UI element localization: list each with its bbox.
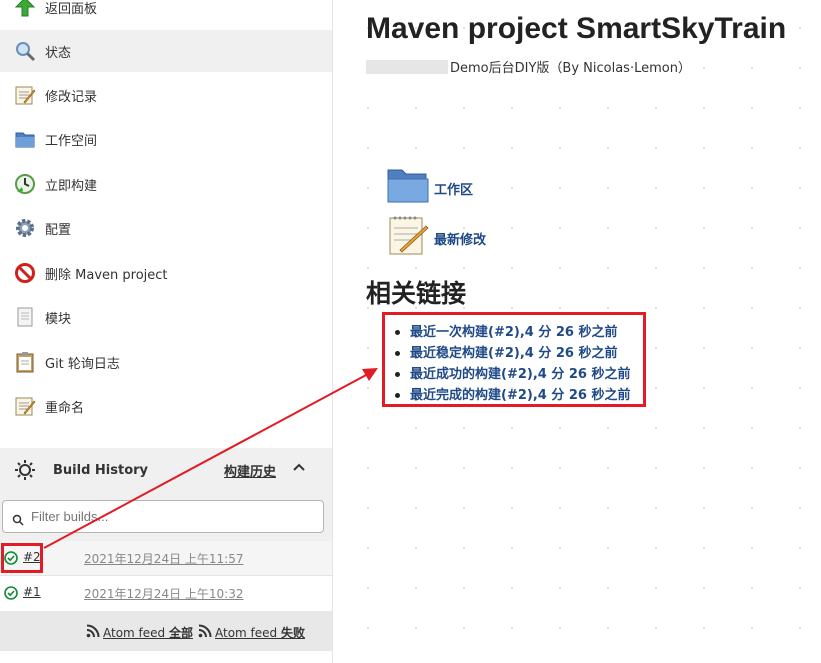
workspace-label: 工作区: [434, 182, 474, 198]
task-build-now[interactable]: 立即构建: [0, 163, 332, 205]
permalinks-heading: 相关链接: [366, 279, 467, 308]
task-delete-project[interactable]: 删除 Maven project: [0, 252, 332, 294]
build-filter-box: [2, 500, 324, 533]
feed-suffix: 全部: [168, 626, 193, 640]
permalink-text: 最近成功的构建(#2),4 分 26 秒之前: [410, 367, 631, 382]
atom-feed-failed-link[interactable]: Atom feed 失败: [198, 624, 305, 641]
task-label: 模块: [45, 311, 72, 327]
permalink-last-build[interactable]: 最近一次构建(#2),4 分 26 秒之前: [395, 322, 643, 343]
build-trend-link[interactable]: 构建历史: [224, 461, 276, 480]
main-panel: Maven project SmartSkyTrain Demo后台DIY版（B…: [334, 0, 821, 663]
recent-changes-label: 最新修改: [434, 232, 487, 248]
side-panel: 返回面板 状态 修改记录 工作空间 立即构建 配置 删除 Maven proje…: [0, 0, 333, 663]
permalink-text: 最近完成的构建(#2),4 分 26 秒之前: [410, 388, 631, 403]
build-history-title: Build History: [53, 462, 149, 478]
build-time-link[interactable]: 2021年12月24日 上午10:32: [84, 585, 243, 602]
feed-prefix: Atom feed: [215, 626, 281, 640]
page-title: Maven project SmartSkyTrain: [366, 12, 787, 45]
task-configure[interactable]: 配置: [0, 207, 332, 249]
gear-icon: [13, 216, 37, 240]
workspace-link[interactable]: 工作区: [386, 166, 473, 210]
task-label: 返回面板: [45, 1, 98, 17]
permalink-last-completed[interactable]: 最近完成的构建(#2),4 分 26 秒之前: [395, 385, 643, 406]
task-workspace[interactable]: 工作空间: [0, 118, 332, 160]
atom-feeds: Atom feed 全部 Atom feed 失败: [0, 611, 332, 651]
atom-feed-all-link[interactable]: Atom feed 全部: [86, 624, 193, 641]
project-description: Demo后台DIY版（By Nicolas·Lemon）: [366, 57, 691, 76]
notepad-icon: [13, 83, 37, 107]
clipboard-icon: [13, 350, 37, 374]
task-label: 重命名: [45, 400, 85, 416]
task-modules[interactable]: 模块: [0, 296, 332, 338]
no-entry-icon: [13, 261, 37, 285]
task-label: Git 轮询日志: [45, 356, 120, 372]
folder-icon: [386, 166, 430, 210]
up-arrow-icon: [13, 0, 37, 19]
task-status[interactable]: 状态: [0, 30, 332, 72]
permalink-text: 最近一次构建(#2),4 分 26 秒之前: [410, 325, 618, 340]
build-now-icon: [13, 172, 37, 196]
permalink-last-stable[interactable]: 最近稳定构建(#2),4 分 26 秒之前: [395, 343, 643, 364]
task-label: 修改记录: [45, 89, 98, 105]
build-time-link[interactable]: 2021年12月24日 上午11:57: [84, 550, 243, 567]
highlight-box: [1, 543, 43, 573]
task-changes[interactable]: 修改记录: [0, 74, 332, 116]
description-text: Demo后台DIY版（By Nicolas·Lemon）: [450, 61, 691, 76]
rss-icon: [198, 624, 212, 641]
feed-suffix: 失败: [280, 626, 305, 640]
rss-icon: [86, 624, 100, 641]
build-row: #2 2021年12月24日 上午11:57: [0, 541, 332, 576]
redacted-text: [366, 59, 448, 74]
jenkins-project-page: 返回面板 状态 修改记录 工作空间 立即构建 配置 删除 Maven proje…: [0, 0, 821, 663]
feed-prefix: Atom feed: [103, 626, 169, 640]
task-label: 配置: [45, 222, 72, 238]
recent-changes-link[interactable]: 最新修改: [386, 214, 486, 262]
build-history-header: Build History 构建历史: [0, 448, 332, 492]
permalink-text: 最近稳定构建(#2),4 分 26 秒之前: [410, 346, 618, 361]
filter-builds-input[interactable]: [31, 509, 311, 524]
task-label: 立即构建: [45, 178, 98, 194]
task-label: 状态: [45, 45, 72, 61]
document-icon: [13, 305, 37, 329]
success-check-icon: [4, 586, 18, 603]
build-filter-area: [0, 492, 332, 542]
permalinks-list: 最近一次构建(#2),4 分 26 秒之前 最近稳定构建(#2),4 分 26 …: [382, 312, 646, 407]
collapse-chevron-icon[interactable]: [292, 460, 306, 478]
notepad-icon: [13, 394, 37, 418]
task-label: 删除 Maven project: [45, 267, 168, 283]
task-label: 工作空间: [45, 133, 98, 149]
folder-icon: [13, 127, 37, 151]
magnifier-icon: [13, 39, 37, 63]
build-history-icon: [13, 458, 37, 482]
task-back-to-dashboard[interactable]: 返回面板: [0, 0, 332, 28]
task-git-polling-log[interactable]: Git 轮询日志: [0, 341, 332, 383]
build-number-link[interactable]: #1: [23, 585, 41, 599]
build-row: #1 2021年12月24日 上午10:32: [0, 576, 332, 611]
permalink-last-successful[interactable]: 最近成功的构建(#2),4 分 26 秒之前: [395, 364, 643, 385]
task-rename[interactable]: 重命名: [0, 385, 332, 427]
search-icon: [12, 511, 24, 530]
notepad-icon: [386, 214, 430, 262]
